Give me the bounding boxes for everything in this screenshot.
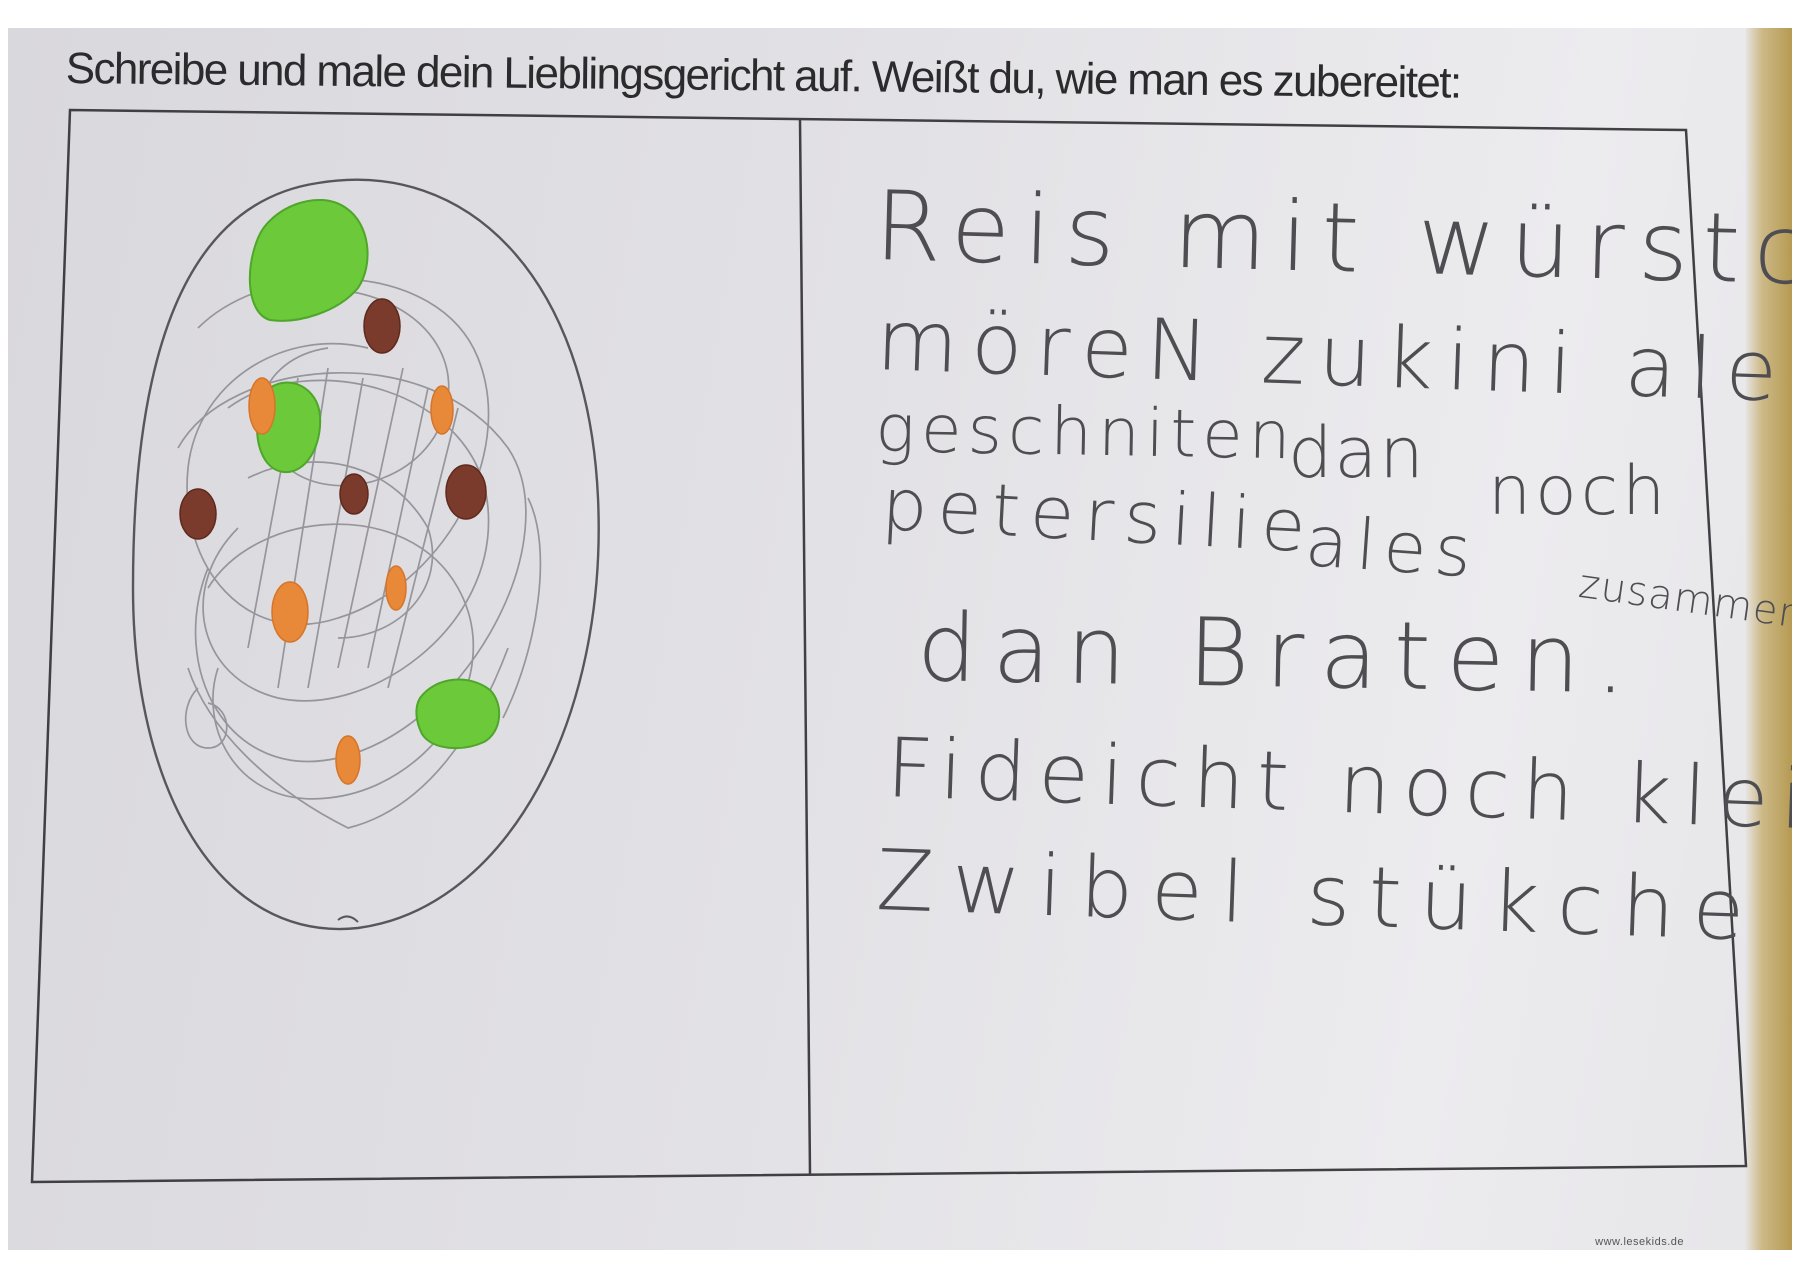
hw-line-6: Fideicht noch kleine: [884, 721, 1792, 853]
hw-line-4c: noch: [1488, 452, 1670, 531]
hw-line-4b: ales: [1302, 500, 1482, 594]
hw-line-5: dan Braten.: [916, 594, 1643, 716]
hw-line-3: geschniten: [874, 390, 1298, 475]
worksheet-photo: Schreibe und male dein Lieblingsgericht …: [8, 28, 1792, 1250]
hw-line-1: Reis mit würstchen: [873, 170, 1792, 313]
hw-line-3b: dan: [1288, 412, 1426, 494]
hw-line-7: Zwibel stükche: [874, 831, 1765, 960]
hw-line-4: petersilie: [879, 462, 1318, 569]
handwritten-answer: Reis mit würstchen möreN zukini ales ges…: [8, 28, 1792, 1250]
footer-url: www.lesekids.de: [1595, 1236, 1684, 1248]
